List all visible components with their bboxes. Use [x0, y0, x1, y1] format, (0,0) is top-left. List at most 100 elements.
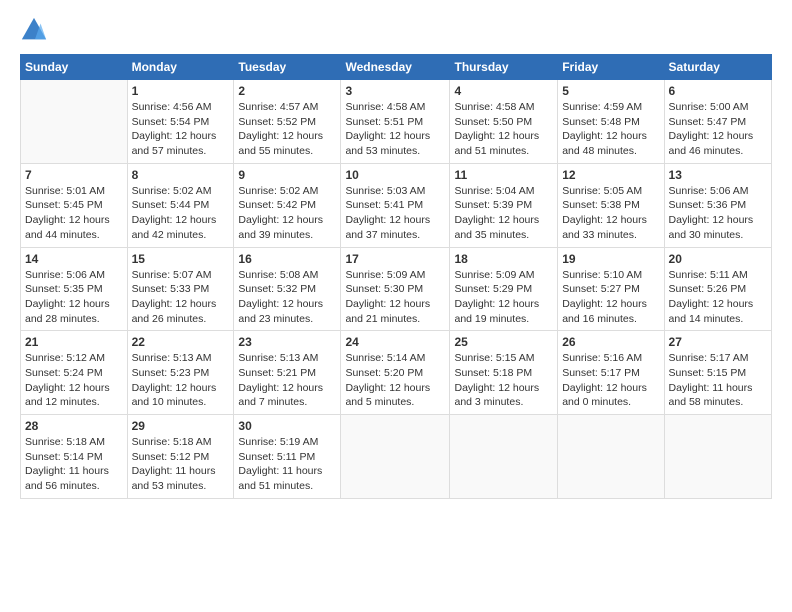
calendar-cell: 4 Sunrise: 4:58 AM Sunset: 5:50 PM Daylig…: [450, 80, 558, 164]
calendar-day-header: Saturday: [664, 55, 771, 80]
day-number: 17: [345, 252, 445, 266]
day-number: 5: [562, 84, 659, 98]
calendar-cell: [341, 415, 450, 499]
day-info: Sunrise: 5:19 AM Sunset: 5:11 PM Dayligh…: [238, 435, 336, 494]
day-number: 16: [238, 252, 336, 266]
page: SundayMondayTuesdayWednesdayThursdayFrid…: [0, 0, 792, 612]
day-info: Sunrise: 4:59 AM Sunset: 5:48 PM Dayligh…: [562, 100, 659, 159]
day-info: Sunrise: 5:06 AM Sunset: 5:36 PM Dayligh…: [669, 184, 767, 243]
calendar-cell: 15 Sunrise: 5:07 AM Sunset: 5:33 PM Dayli…: [127, 247, 234, 331]
day-number: 21: [25, 335, 123, 349]
day-info: Sunrise: 5:11 AM Sunset: 5:26 PM Dayligh…: [669, 268, 767, 327]
day-number: 11: [454, 168, 553, 182]
calendar-cell: 6 Sunrise: 5:00 AM Sunset: 5:47 PM Daylig…: [664, 80, 771, 164]
calendar-cell: 16 Sunrise: 5:08 AM Sunset: 5:32 PM Dayli…: [234, 247, 341, 331]
day-info: Sunrise: 5:17 AM Sunset: 5:15 PM Dayligh…: [669, 351, 767, 410]
day-number: 13: [669, 168, 767, 182]
calendar-cell: 18 Sunrise: 5:09 AM Sunset: 5:29 PM Dayli…: [450, 247, 558, 331]
day-info: Sunrise: 5:09 AM Sunset: 5:29 PM Dayligh…: [454, 268, 553, 327]
calendar-cell: 9 Sunrise: 5:02 AM Sunset: 5:42 PM Daylig…: [234, 163, 341, 247]
day-info: Sunrise: 5:10 AM Sunset: 5:27 PM Dayligh…: [562, 268, 659, 327]
calendar-cell: 27 Sunrise: 5:17 AM Sunset: 5:15 PM Dayli…: [664, 331, 771, 415]
calendar-day-header: Tuesday: [234, 55, 341, 80]
calendar-cell: 13 Sunrise: 5:06 AM Sunset: 5:36 PM Dayli…: [664, 163, 771, 247]
calendar-header-row: SundayMondayTuesdayWednesdayThursdayFrid…: [21, 55, 772, 80]
calendar-cell: [21, 80, 128, 164]
calendar-table: SundayMondayTuesdayWednesdayThursdayFrid…: [20, 54, 772, 499]
calendar-cell: 22 Sunrise: 5:13 AM Sunset: 5:23 PM Dayli…: [127, 331, 234, 415]
calendar-cell: 7 Sunrise: 5:01 AM Sunset: 5:45 PM Daylig…: [21, 163, 128, 247]
calendar-day-header: Sunday: [21, 55, 128, 80]
header: [20, 16, 772, 44]
day-number: 15: [132, 252, 230, 266]
day-number: 6: [669, 84, 767, 98]
day-number: 20: [669, 252, 767, 266]
day-info: Sunrise: 4:57 AM Sunset: 5:52 PM Dayligh…: [238, 100, 336, 159]
calendar-cell: 25Sunrise: 5:15 AM Sunset: 5:18 PM Dayli…: [450, 331, 558, 415]
calendar-day-header: Friday: [558, 55, 664, 80]
day-number: 14: [25, 252, 123, 266]
day-number: 2: [238, 84, 336, 98]
day-number: 4: [454, 84, 553, 98]
calendar-week-row: 21 Sunrise: 5:12 AM Sunset: 5:24 PM Dayli…: [21, 331, 772, 415]
day-info: Sunrise: 5:02 AM Sunset: 5:44 PM Dayligh…: [132, 184, 230, 243]
day-number: 12: [562, 168, 659, 182]
day-number: 8: [132, 168, 230, 182]
day-info: Sunrise: 5:02 AM Sunset: 5:42 PM Dayligh…: [238, 184, 336, 243]
day-info: Sunrise: 5:15 AM Sunset: 5:18 PM Dayligh…: [454, 351, 553, 410]
day-number: 28: [25, 419, 123, 433]
calendar-day-header: Wednesday: [341, 55, 450, 80]
calendar-day-header: Thursday: [450, 55, 558, 80]
calendar-cell: 2 Sunrise: 4:57 AM Sunset: 5:52 PM Daylig…: [234, 80, 341, 164]
day-info: Sunrise: 5:03 AM Sunset: 5:41 PM Dayligh…: [345, 184, 445, 243]
calendar-cell: 29Sunrise: 5:18 AM Sunset: 5:12 PM Dayli…: [127, 415, 234, 499]
day-info: Sunrise: 5:08 AM Sunset: 5:32 PM Dayligh…: [238, 268, 336, 327]
day-info: Sunrise: 5:09 AM Sunset: 5:30 PM Dayligh…: [345, 268, 445, 327]
calendar-week-row: 7 Sunrise: 5:01 AM Sunset: 5:45 PM Daylig…: [21, 163, 772, 247]
day-info: Sunrise: 4:58 AM Sunset: 5:51 PM Dayligh…: [345, 100, 445, 159]
day-info: Sunrise: 5:13 AM Sunset: 5:21 PM Dayligh…: [238, 351, 336, 410]
calendar-cell: 23 Sunrise: 5:13 AM Sunset: 5:21 PM Dayli…: [234, 331, 341, 415]
calendar-week-row: 14 Sunrise: 5:06 AM Sunset: 5:35 PM Dayli…: [21, 247, 772, 331]
calendar-cell: 19 Sunrise: 5:10 AM Sunset: 5:27 PM Dayli…: [558, 247, 664, 331]
calendar-cell: 30 Sunrise: 5:19 AM Sunset: 5:11 PM Dayli…: [234, 415, 341, 499]
calendar-cell: 24Sunrise: 5:14 AM Sunset: 5:20 PM Dayli…: [341, 331, 450, 415]
day-number: 7: [25, 168, 123, 182]
calendar-cell: 8 Sunrise: 5:02 AM Sunset: 5:44 PM Daylig…: [127, 163, 234, 247]
day-info: Sunrise: 5:01 AM Sunset: 5:45 PM Dayligh…: [25, 184, 123, 243]
day-number: 29: [132, 419, 230, 433]
calendar-cell: 20 Sunrise: 5:11 AM Sunset: 5:26 PM Dayli…: [664, 247, 771, 331]
day-number: 19: [562, 252, 659, 266]
calendar-week-row: 1 Sunrise: 4:56 AM Sunset: 5:54 PM Daylig…: [21, 80, 772, 164]
day-number: 1: [132, 84, 230, 98]
calendar-cell: 11 Sunrise: 5:04 AM Sunset: 5:39 PM Dayli…: [450, 163, 558, 247]
day-info: Sunrise: 5:00 AM Sunset: 5:47 PM Dayligh…: [669, 100, 767, 159]
day-number: 30: [238, 419, 336, 433]
calendar-day-header: Monday: [127, 55, 234, 80]
day-number: 23: [238, 335, 336, 349]
calendar-cell: 5 Sunrise: 4:59 AM Sunset: 5:48 PM Daylig…: [558, 80, 664, 164]
calendar-cell: 28Sunrise: 5:18 AM Sunset: 5:14 PM Dayli…: [21, 415, 128, 499]
calendar-week-row: 28Sunrise: 5:18 AM Sunset: 5:14 PM Dayli…: [21, 415, 772, 499]
day-number: 22: [132, 335, 230, 349]
day-info: Sunrise: 5:05 AM Sunset: 5:38 PM Dayligh…: [562, 184, 659, 243]
day-info: Sunrise: 5:06 AM Sunset: 5:35 PM Dayligh…: [25, 268, 123, 327]
calendar-cell: [664, 415, 771, 499]
calendar-cell: 1 Sunrise: 4:56 AM Sunset: 5:54 PM Daylig…: [127, 80, 234, 164]
day-info: Sunrise: 5:07 AM Sunset: 5:33 PM Dayligh…: [132, 268, 230, 327]
day-number: 9: [238, 168, 336, 182]
calendar-cell: 14 Sunrise: 5:06 AM Sunset: 5:35 PM Dayli…: [21, 247, 128, 331]
day-info: Sunrise: 4:58 AM Sunset: 5:50 PM Dayligh…: [454, 100, 553, 159]
day-info: Sunrise: 4:56 AM Sunset: 5:54 PM Dayligh…: [132, 100, 230, 159]
day-number: 26: [562, 335, 659, 349]
day-info: Sunrise: 5:04 AM Sunset: 5:39 PM Dayligh…: [454, 184, 553, 243]
calendar-cell: [558, 415, 664, 499]
day-info: Sunrise: 5:16 AM Sunset: 5:17 PM Dayligh…: [562, 351, 659, 410]
calendar-cell: 17 Sunrise: 5:09 AM Sunset: 5:30 PM Dayli…: [341, 247, 450, 331]
day-number: 18: [454, 252, 553, 266]
calendar-cell: 12 Sunrise: 5:05 AM Sunset: 5:38 PM Dayli…: [558, 163, 664, 247]
day-info: Sunrise: 5:14 AM Sunset: 5:20 PM Dayligh…: [345, 351, 445, 410]
day-number: 27: [669, 335, 767, 349]
day-info: Sunrise: 5:13 AM Sunset: 5:23 PM Dayligh…: [132, 351, 230, 410]
day-info: Sunrise: 5:12 AM Sunset: 5:24 PM Dayligh…: [25, 351, 123, 410]
